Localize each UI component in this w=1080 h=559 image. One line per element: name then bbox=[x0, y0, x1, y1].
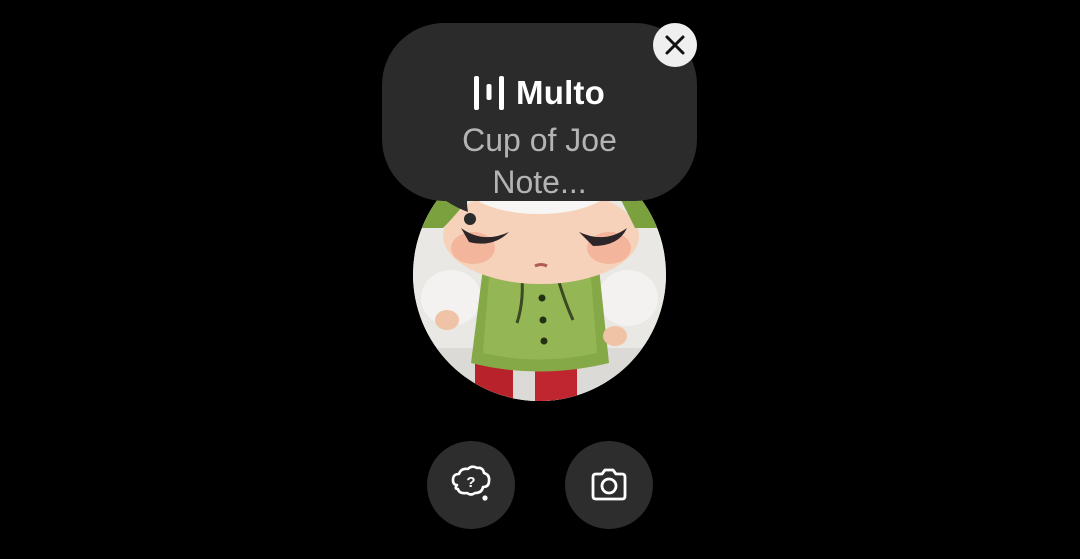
close-button[interactable] bbox=[653, 23, 697, 67]
close-icon bbox=[665, 35, 685, 55]
help-button[interactable]: ? bbox=[427, 441, 515, 529]
tooltip-bubble[interactable]: Multo Cup of Joe Note... bbox=[382, 23, 697, 201]
multo-bars-logo-icon bbox=[474, 76, 505, 110]
tooltip-message: Cup of Joe Note... bbox=[382, 119, 697, 203]
help-cloud-icon: ? bbox=[451, 465, 491, 501]
svg-text:?: ? bbox=[466, 474, 475, 491]
bubble-anchor-dot bbox=[464, 213, 476, 225]
camera-icon bbox=[591, 468, 627, 501]
brand-row: Multo bbox=[382, 73, 697, 113]
brand-name: Multo bbox=[516, 74, 605, 111]
tooltip-message-line-1: Cup of Joe bbox=[462, 122, 617, 158]
tooltip-message-line-2: Note... bbox=[492, 164, 587, 200]
camera-button[interactable] bbox=[565, 441, 653, 529]
screen: Multo Cup of Joe Note... ? bbox=[0, 0, 1080, 559]
